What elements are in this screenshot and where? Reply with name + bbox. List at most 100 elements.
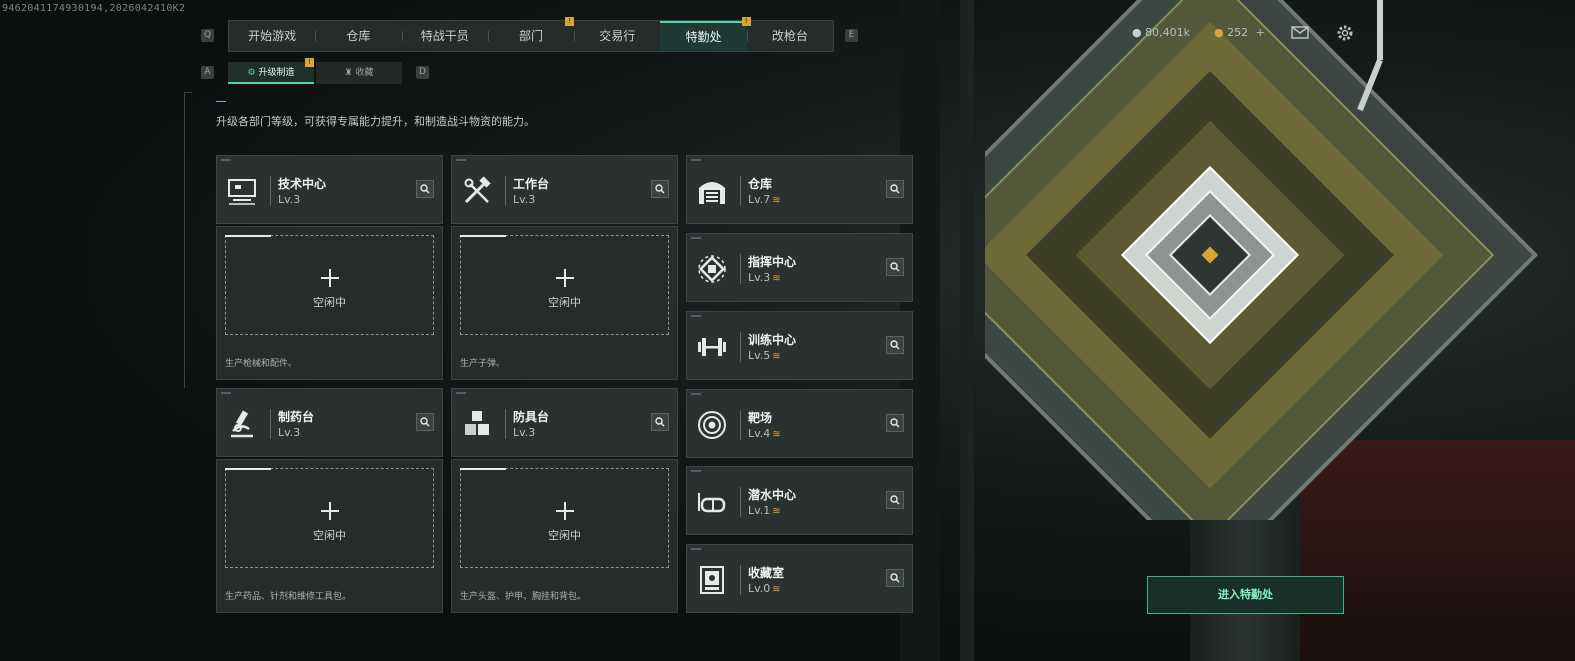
slot-status: 空闲中 [313, 296, 346, 309]
card-mark [456, 392, 466, 394]
production-slot[interactable]: 空闲中 [225, 468, 434, 568]
inspect-button[interactable] [886, 414, 904, 432]
card-facility-collection[interactable]: 收藏室 Lv.0 ≋ [686, 544, 913, 613]
slot-status: 空闲中 [548, 296, 581, 309]
card-armor-bench[interactable]: 防具台 Lv.3 [451, 388, 678, 457]
currency-display: ● 80,401k [1132, 26, 1190, 39]
card-title: 工作台 [513, 177, 550, 191]
inspect-button[interactable] [651, 413, 669, 431]
card-level-row: Lv.0 ≋ [748, 582, 781, 595]
card-mark [691, 548, 701, 550]
search-icon [655, 417, 665, 427]
card-separator [505, 409, 506, 439]
production-slot[interactable]: 空闲中 [460, 235, 669, 335]
tab-warehouse[interactable]: 仓库 [315, 21, 401, 51]
tools-icon [464, 176, 491, 204]
plus-icon [555, 269, 574, 287]
inspect-button[interactable] [886, 258, 904, 276]
production-description: 生产药品、针剂和维修工具包。 [225, 592, 352, 602]
card-mark [221, 159, 231, 161]
alert-badge: ! [305, 58, 314, 67]
card-level: Lv.7 [748, 193, 771, 206]
inspect-button[interactable] [416, 180, 434, 198]
upgrade-available-icon: ≋ [772, 195, 781, 206]
inspect-button[interactable] [886, 336, 904, 354]
goggles-icon [698, 493, 726, 513]
card-mark [221, 392, 231, 394]
production-panel: 空闲中 生产枪械和配件。 [216, 226, 443, 380]
search-icon [890, 573, 900, 583]
settings-gear-icon[interactable] [1336, 24, 1354, 42]
card-mark [456, 159, 466, 161]
tab-label: 部门 [518, 29, 543, 43]
card-facility-warehouse[interactable]: 仓库 Lv.7 ≋ [686, 155, 913, 224]
search-icon [420, 184, 430, 194]
production-description: 生产头盔、护甲、胸挂和背包。 [460, 592, 587, 602]
card-mark [691, 393, 701, 395]
subnav-key-right: D [416, 66, 429, 79]
token-display[interactable]: ● 252 + [1214, 26, 1265, 39]
production-panel: 空闲中 生产药品、针剂和维修工具包。 [216, 459, 443, 613]
monitor-icon [228, 179, 256, 205]
production-slot[interactable]: 空闲中 [225, 235, 434, 335]
tab-label: 开始游戏 [248, 29, 297, 43]
card-level-row: Lv.5 ≋ [748, 349, 781, 362]
card-mark [691, 470, 701, 472]
card-level: Lv.3 [278, 193, 301, 206]
inspect-button[interactable] [886, 491, 904, 509]
tab-label: 仓库 [346, 29, 371, 43]
card-facility-training[interactable]: 训练中心 Lv.5 ≋ [686, 311, 913, 380]
card-pharmacy[interactable]: 制药台 Lv.3 [216, 388, 443, 457]
subtab-label: 收藏 [355, 68, 374, 78]
tab-start-game[interactable]: 开始游戏 [229, 21, 315, 51]
subtab-label: 升级制造 [258, 68, 295, 78]
card-separator [740, 176, 741, 206]
background-pillar [960, 0, 974, 661]
tab-department[interactable]: 部门! [487, 17, 575, 51]
upgrade-available-icon: ≋ [772, 506, 781, 517]
slot-status: 空闲中 [548, 529, 581, 542]
microscope-icon [231, 410, 253, 438]
upgrade-available-icon: ≋ [772, 584, 781, 595]
production-slot[interactable]: 空闲中 [460, 468, 669, 568]
tab-label: 交易行 [599, 29, 636, 43]
plus-icon [555, 502, 574, 520]
card-level-row: Lv.1 ≋ [748, 504, 781, 517]
tab-trading[interactable]: 交易行 [574, 21, 660, 51]
upgrade-available-icon: ≋ [772, 429, 781, 440]
tab-special-ops[interactable]: 特勤处! [660, 17, 751, 51]
search-icon [890, 262, 900, 272]
upgrade-available-icon: ≋ [772, 273, 781, 284]
card-facility-diving[interactable]: 潜水中心 Lv.1 ≋ [686, 466, 913, 535]
mail-icon[interactable] [1291, 26, 1309, 39]
search-icon [890, 340, 900, 350]
search-icon [890, 184, 900, 194]
card-facility-range[interactable]: 靶场 Lv.4 ≋ [686, 389, 913, 458]
coin-icon: ● [1132, 26, 1142, 39]
subtab-upgrade-craft[interactable]: ⚙ 升级制造 ! [228, 58, 314, 84]
enter-special-ops-button[interactable]: 进入特勤处 [1147, 576, 1344, 614]
card-title: 技术中心 [278, 177, 327, 191]
inspect-button[interactable] [416, 413, 434, 431]
slot-bar [460, 468, 506, 470]
tab-gunsmith[interactable]: 改枪台 [746, 21, 833, 51]
card-facility-command[interactable]: 指挥中心 Lv.3 ≋ [686, 233, 913, 302]
card-tech-center[interactable]: 技术中心 Lv.3 [216, 155, 443, 224]
inspect-button[interactable] [886, 569, 904, 587]
inspect-button[interactable] [886, 180, 904, 198]
add-tokens-button[interactable]: + [1256, 26, 1265, 39]
tab-operators[interactable]: 特战干员 [401, 21, 488, 51]
card-level: Lv.1 [748, 504, 771, 517]
card-separator [270, 176, 271, 206]
tab-label: 改枪台 [771, 29, 808, 43]
card-title: 潜水中心 [748, 488, 797, 502]
subtab-collection[interactable]: ♜ 收藏 [316, 62, 402, 84]
inspect-button[interactable] [651, 180, 669, 198]
production-description: 生产子弹。 [460, 359, 506, 369]
cubes-icon [465, 411, 489, 435]
card-separator [740, 332, 741, 362]
card-workbench[interactable]: 工作台 Lv.3 [451, 155, 678, 224]
card-separator [740, 254, 741, 284]
slot-bar [460, 235, 506, 237]
search-icon [890, 495, 900, 505]
